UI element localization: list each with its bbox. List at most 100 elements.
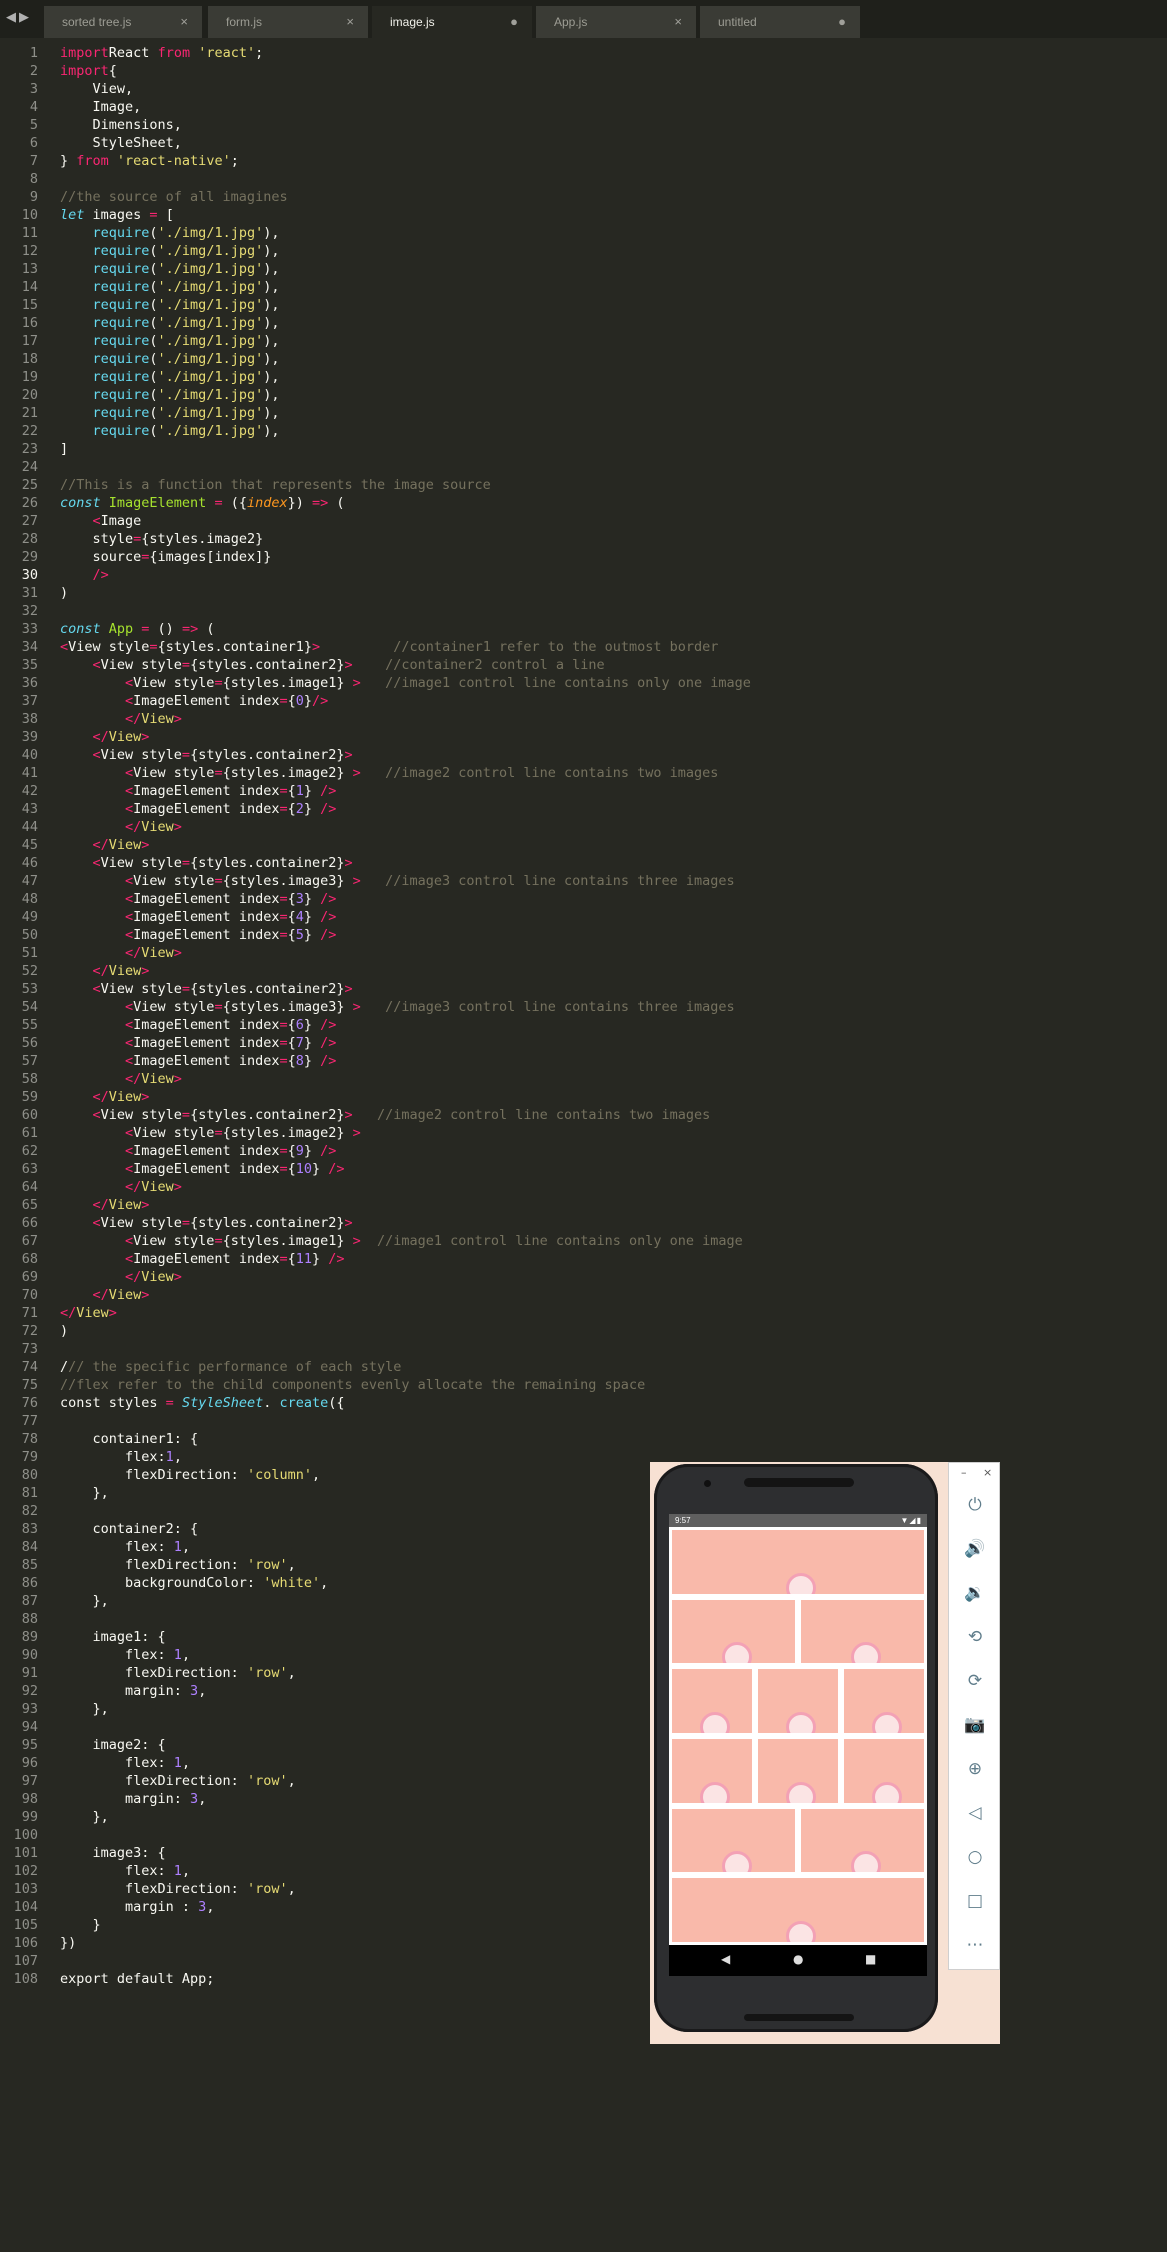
code-line[interactable]: importReact from 'react'; (60, 44, 263, 62)
code-line[interactable]: View, (60, 80, 134, 98)
code-line[interactable]: <ImageElement index={5} /> (60, 926, 336, 944)
code-line[interactable]: flex:1, (60, 1448, 182, 1466)
code-line[interactable]: </View> (60, 1070, 182, 1088)
tab-untitled[interactable]: untitled ● (700, 6, 860, 38)
code-line[interactable]: </View> (60, 710, 182, 728)
code-line[interactable]: <View style={styles.image3} > //image3 c… (60, 998, 735, 1016)
volume-down-icon[interactable]: 🔉 (963, 1581, 987, 1605)
code-line[interactable]: ] (60, 440, 68, 458)
more-icon[interactable]: ⋯ (963, 1933, 987, 1957)
code-line[interactable]: StyleSheet, (60, 134, 182, 152)
tab-form[interactable]: form.js × (208, 6, 368, 38)
code-line[interactable]: }, (60, 1700, 109, 1718)
unsaved-dot-icon[interactable]: ● (838, 14, 846, 29)
close-icon[interactable]: × (180, 14, 188, 29)
code-line[interactable]: <View style={styles.container2}> (60, 980, 353, 998)
code-line[interactable]: flex: 1, (60, 1754, 190, 1772)
back-icon[interactable]: ◁ (963, 1801, 987, 1825)
code-line[interactable]: require('./img/1.jpg'), (60, 422, 280, 440)
code-line[interactable]: }, (60, 1592, 109, 1610)
code-line[interactable]: source={images[index]} (60, 548, 272, 566)
code-line[interactable]: </View> (60, 1088, 150, 1106)
rotate-left-icon[interactable]: ⟲ (963, 1625, 987, 1649)
unsaved-dot-icon[interactable]: ● (510, 14, 518, 29)
code-line[interactable]: }, (60, 1808, 109, 1826)
code-line[interactable]: flex: 1, (60, 1862, 190, 1880)
minimize-icon[interactable]: – (961, 1466, 967, 1479)
back-arrow-icon[interactable]: ◀ (6, 10, 19, 25)
power-icon[interactable]: ⏻ (963, 1493, 987, 1517)
zoom-icon[interactable]: ⊕ (963, 1757, 987, 1781)
code-line[interactable]: <View style={styles.image1} > //image1 c… (60, 674, 751, 692)
tab-sorted-tree[interactable]: sorted tree.js × (44, 6, 202, 38)
code-line[interactable]: </View> (60, 1178, 182, 1196)
code-line[interactable]: let images = [ (60, 206, 174, 224)
code-line[interactable]: //the source of all imagines (60, 188, 288, 206)
code-line[interactable]: <View style={styles.image2} > //image2 c… (60, 764, 718, 782)
recents-nav-icon[interactable]: ■ (865, 1952, 876, 1966)
code-line[interactable]: require('./img/1.jpg'), (60, 260, 280, 278)
code-line[interactable]: <Image (60, 512, 142, 530)
code-line[interactable]: container2: { (60, 1520, 199, 1538)
code-line[interactable]: image2: { (60, 1736, 166, 1754)
overview-icon[interactable]: □ (963, 1889, 987, 1913)
code-line[interactable]: require('./img/1.jpg'), (60, 404, 280, 422)
code-line[interactable]: <ImageElement index={7} /> (60, 1034, 336, 1052)
code-line[interactable]: <View style={styles.container2}> //conta… (60, 656, 605, 674)
code-line[interactable]: margin : 3, (60, 1898, 214, 1916)
code-line[interactable]: } from 'react-native'; (60, 152, 239, 170)
code-line[interactable]: require('./img/1.jpg'), (60, 314, 280, 332)
code-line[interactable]: ) (60, 584, 68, 602)
back-nav-icon[interactable]: ◀ (721, 1952, 730, 1966)
code-line[interactable]: style={styles.image2} (60, 530, 264, 548)
code-line[interactable]: } (60, 1916, 101, 1934)
code-line[interactable]: </View> (60, 836, 150, 854)
code-line[interactable]: <View style={styles.container2}> (60, 1214, 353, 1232)
code-line[interactable]: container1: { (60, 1430, 199, 1448)
code-line[interactable]: <ImageElement index={11} /> (60, 1250, 345, 1268)
code-line[interactable]: <ImageElement index={1} /> (60, 782, 336, 800)
code-line[interactable]: require('./img/1.jpg'), (60, 350, 280, 368)
code-line[interactable]: //flex refer to the child components eve… (60, 1376, 645, 1394)
code-line[interactable]: //This is a function that represents the… (60, 476, 491, 494)
code-line[interactable]: image3: { (60, 1844, 166, 1862)
home-icon[interactable]: ○ (963, 1845, 987, 1869)
close-icon[interactable]: × (983, 1466, 992, 1479)
code-line[interactable]: flexDirection: 'row', (60, 1664, 296, 1682)
code-line[interactable]: flexDirection: 'row', (60, 1556, 296, 1574)
code-line[interactable]: const App = () => ( (60, 620, 214, 638)
rotate-right-icon[interactable]: ⟳ (963, 1669, 987, 1693)
code-line[interactable]: </View> (60, 1268, 182, 1286)
code-line[interactable]: flex: 1, (60, 1538, 190, 1556)
camera-icon[interactable]: 📷 (963, 1713, 987, 1737)
code-line[interactable]: require('./img/1.jpg'), (60, 296, 280, 314)
code-line[interactable]: <View style={styles.container1}> //conta… (60, 638, 718, 656)
code-line[interactable]: <View style={styles.container2}> (60, 854, 353, 872)
code-line[interactable]: flexDirection: 'row', (60, 1880, 296, 1898)
code-line[interactable]: <ImageElement index={3} /> (60, 890, 336, 908)
code-line[interactable]: </View> (60, 944, 182, 962)
code-line[interactable]: Dimensions, (60, 116, 182, 134)
code-line[interactable]: <ImageElement index={8} /> (60, 1052, 336, 1070)
code-line[interactable]: flexDirection: 'column', (60, 1466, 320, 1484)
forward-arrow-icon[interactable]: ▶ (19, 10, 32, 25)
code-line[interactable]: /// the specific performance of each sty… (60, 1358, 401, 1376)
code-line[interactable]: const ImageElement = ({index}) => ( (60, 494, 345, 512)
code-line[interactable]: const styles = StyleSheet. create({ (60, 1394, 345, 1412)
code-line[interactable]: <View style={styles.image3} > //image3 c… (60, 872, 735, 890)
code-line[interactable]: <ImageElement index={10} /> (60, 1160, 345, 1178)
code-line[interactable]: require('./img/1.jpg'), (60, 224, 280, 242)
code-line[interactable]: </View> (60, 818, 182, 836)
code-line[interactable]: <View style={styles.container2}> //image… (60, 1106, 711, 1124)
close-icon[interactable]: × (346, 14, 354, 29)
code-line[interactable]: <View style={styles.container2}> (60, 746, 353, 764)
code-line[interactable]: ) (60, 1322, 68, 1340)
code-line[interactable]: <ImageElement index={4} /> (60, 908, 336, 926)
code-line[interactable]: margin: 3, (60, 1682, 206, 1700)
code-line[interactable]: <ImageElement index={0}/> (60, 692, 328, 710)
code-line[interactable]: require('./img/1.jpg'), (60, 278, 280, 296)
code-line[interactable]: require('./img/1.jpg'), (60, 368, 280, 386)
tab-nav-arrows[interactable]: ◀▶ (6, 10, 32, 25)
volume-up-icon[interactable]: 🔊 (963, 1537, 987, 1561)
code-line[interactable]: require('./img/1.jpg'), (60, 332, 280, 350)
